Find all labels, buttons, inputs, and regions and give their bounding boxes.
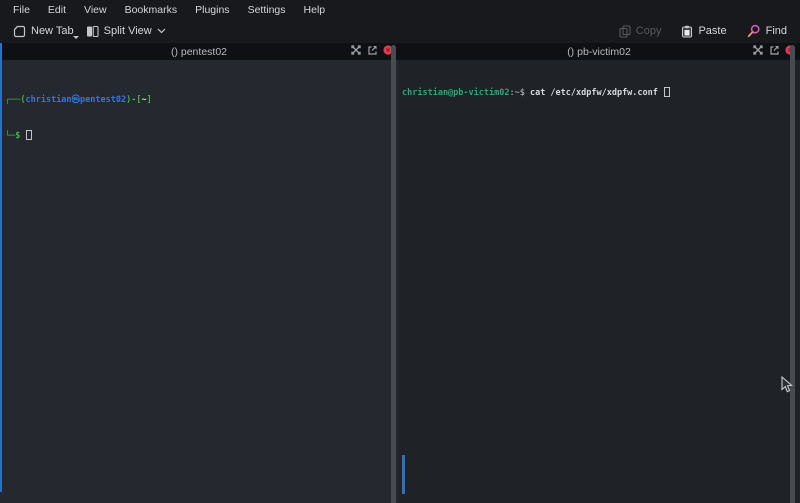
paste-label: Paste — [698, 25, 726, 37]
split-pane-left: () pentest02 — [0, 43, 398, 503]
menu-settings[interactable]: Settings — [239, 2, 295, 18]
copy-icon — [619, 25, 631, 38]
menu-file[interactable]: File — [4, 2, 39, 18]
terminal-left-scrollbar[interactable] — [391, 45, 396, 503]
maximize-icon — [753, 45, 763, 58]
new-tab-label: New Tab — [31, 25, 74, 37]
copy-button[interactable]: Copy — [613, 22, 668, 41]
pane-left-header[interactable]: () pentest02 — [0, 43, 398, 60]
maximize-view-button[interactable] — [753, 45, 763, 58]
terminal-right-scrollbar[interactable] — [790, 45, 795, 503]
split-pane-right: () pb-victim02 — [398, 43, 800, 503]
menu-edit[interactable]: Edit — [39, 2, 75, 18]
menu-help[interactable]: Help — [295, 2, 335, 18]
new-tab-button[interactable]: New Tab — [7, 22, 80, 41]
split-view-label: Split View — [104, 25, 152, 37]
pane-right-header[interactable]: () pb-victim02 — [398, 43, 800, 60]
terminal-left[interactable]: ┌──(christian㉿pentest02)-[~] └─$ — [0, 60, 398, 503]
pane-right-title: () pb-victim02 — [398, 46, 800, 58]
menu-view[interactable]: View — [75, 2, 116, 18]
pane-left-title: () pentest02 — [0, 46, 398, 58]
chevron-down-icon — [157, 28, 166, 34]
maximize-view-button[interactable] — [351, 45, 361, 58]
detach-view-button[interactable] — [769, 45, 779, 58]
scroll-position-indicator — [402, 455, 405, 494]
detach-icon — [367, 45, 377, 58]
mouse-cursor — [781, 376, 794, 399]
paste-button[interactable]: Paste — [675, 22, 732, 41]
terminal-left-prompt-line1: ┌──(christian㉿pentest02)-[~] — [5, 94, 398, 106]
split-view-icon — [86, 25, 99, 38]
find-button[interactable]: Find — [741, 21, 793, 41]
terminal-right-cursor — [664, 87, 670, 97]
find-icon — [747, 24, 761, 38]
menu-plugins[interactable]: Plugins — [186, 2, 238, 18]
konsole-window: File Edit View Bookmarks Plugins Setting… — [0, 0, 800, 503]
detach-view-button[interactable] — [367, 45, 377, 58]
terminal-right-prompt-line: christian@pb-victim02:~$ cat /etc/xdpfw/… — [402, 87, 800, 99]
toolbar-right-group: Copy Paste — [613, 21, 793, 41]
maximize-icon — [351, 45, 361, 58]
split-view-button[interactable]: Split View — [80, 22, 172, 41]
toolbar: New Tab Split View — [0, 19, 800, 43]
active-pane-accent-line — [0, 43, 2, 492]
detach-icon — [769, 45, 779, 58]
caret-down-icon[interactable] — [73, 36, 79, 39]
terminal-left-prompt-line2: └─$ — [5, 130, 398, 142]
find-label: Find — [766, 25, 787, 37]
paste-icon — [681, 25, 693, 38]
new-tab-icon — [13, 25, 26, 38]
terminal-left-cursor — [26, 130, 32, 140]
terminal-right[interactable]: christian@pb-victim02:~$ cat /etc/xdpfw/… — [398, 60, 800, 503]
menubar: File Edit View Bookmarks Plugins Setting… — [0, 0, 800, 19]
menu-bookmarks[interactable]: Bookmarks — [116, 2, 187, 18]
copy-label: Copy — [636, 25, 662, 37]
